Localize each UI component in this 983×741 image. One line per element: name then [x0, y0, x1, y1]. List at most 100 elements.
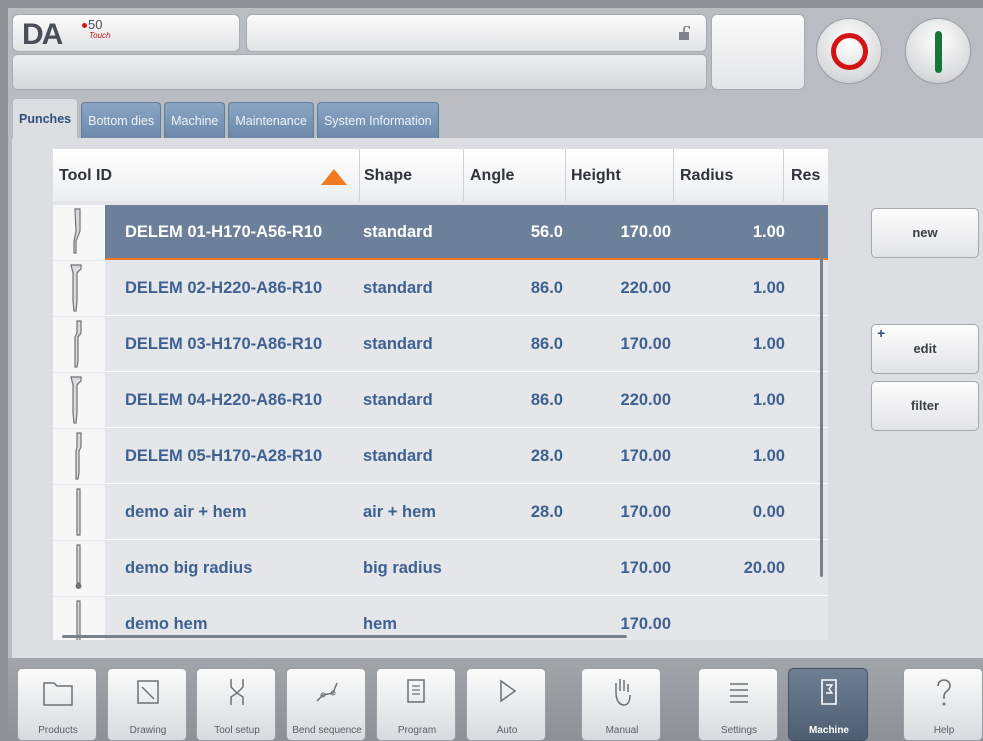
col-header-shape[interactable]: Shape	[364, 167, 412, 185]
nav-help[interactable]: Help	[903, 668, 983, 741]
start-icon	[935, 31, 942, 73]
title-bar	[246, 14, 707, 52]
new-button[interactable]: new	[871, 208, 979, 258]
logo-sub: Touch	[89, 31, 111, 40]
nav-products[interactable]: Products	[17, 668, 97, 741]
folder-icon	[43, 682, 73, 706]
col-header-radius[interactable]: Radius	[680, 167, 733, 185]
col-divider	[673, 149, 674, 201]
tab-bottom-dies[interactable]: Bottom dies	[81, 102, 162, 138]
col-divider	[783, 149, 784, 201]
table-row[interactable]: demo air + hem air + hem 28.0 170.00 0.0…	[53, 485, 828, 540]
status-bar	[12, 54, 707, 90]
nav-label: Auto	[496, 725, 518, 736]
punch-thumbnail	[53, 597, 105, 640]
cell-tool-id: DELEM 02-H220-A86-R10	[125, 279, 323, 297]
col-divider	[463, 149, 464, 201]
logo-number: 50	[88, 17, 103, 32]
table-row[interactable]: DELEM 05-H170-A28-R10 standard 28.0 170.…	[53, 429, 828, 484]
settings-list-icon	[730, 683, 748, 703]
cell-angle: 86.0	[530, 279, 563, 297]
col-divider	[359, 149, 360, 201]
nav-tool-setup[interactable]: Tool setup	[196, 668, 276, 741]
drawing-icon	[137, 680, 159, 704]
table-header: Tool ID Shape Angle Height Radius Res	[53, 149, 828, 201]
plus-icon: +	[877, 325, 886, 341]
nav-label: Bend sequence	[292, 725, 362, 736]
cell-height: 170.00	[620, 223, 671, 241]
cell-tool-id: DELEM 04-H220-A86-R10	[125, 391, 323, 409]
cell-shape: air + hem	[363, 503, 436, 521]
play-icon	[500, 679, 517, 703]
cell-radius: 1.00	[752, 223, 785, 241]
tab-maintenance[interactable]: Maintenance	[228, 102, 314, 138]
cell-angle: 86.0	[530, 391, 563, 409]
table-row[interactable]: DELEM 02-H220-A86-R10 standard 86.0 220.…	[53, 261, 828, 316]
cell-angle: 86.0	[530, 335, 563, 353]
vertical-scrollbar[interactable]	[820, 213, 823, 577]
cell-radius: 1.00	[752, 335, 785, 353]
punch-thumbnail	[53, 373, 105, 428]
cell-tool-id: demo big radius	[125, 559, 253, 577]
tab-system-information[interactable]: System Information	[316, 102, 439, 138]
nav-label: Machine	[808, 725, 849, 736]
nav-drawing[interactable]: Drawing	[107, 668, 187, 741]
cell-radius: 1.00	[752, 279, 785, 297]
tab-machine[interactable]: Machine	[164, 102, 226, 138]
nav-settings[interactable]: Settings	[698, 668, 778, 741]
cell-shape: standard	[363, 391, 433, 409]
tab-punches[interactable]: Punches	[12, 98, 79, 138]
nav-auto[interactable]: Auto	[466, 668, 546, 741]
table-row[interactable]: DELEM 01-H170-A56-R10 standard 56.0 170.…	[53, 205, 828, 260]
cell-radius: 1.00	[752, 391, 785, 409]
cell-tool-id: demo air + hem	[125, 503, 247, 521]
table-row[interactable]: DELEM 03-H170-A86-R10 standard 86.0 170.…	[53, 317, 828, 372]
nav-bend-sequence[interactable]: Bend sequence	[286, 668, 366, 741]
cell-tool-id: DELEM 01-H170-A56-R10	[125, 223, 323, 241]
cell-height: 170.00	[620, 335, 671, 353]
punch-thumbnail	[53, 205, 105, 260]
cell-shape: hem	[363, 615, 397, 633]
cell-angle: 28.0	[530, 503, 563, 521]
cell-shape: standard	[363, 279, 433, 297]
cell-shape: big radius	[363, 559, 442, 577]
col-header-res[interactable]: Res	[791, 167, 820, 185]
col-header-angle[interactable]: Angle	[470, 167, 514, 185]
unlock-icon[interactable]	[678, 26, 690, 40]
table-row[interactable]: demo big radius big radius 170.00 20.00	[53, 541, 828, 596]
punch-thumbnail	[53, 261, 105, 316]
stop-button[interactable]	[816, 18, 882, 84]
table-row[interactable]: demo hem hem 170.00	[53, 597, 828, 640]
cell-height: 170.00	[620, 447, 671, 465]
punch-thumbnail	[53, 429, 105, 484]
nav-program[interactable]: Program	[376, 668, 456, 741]
mode-indicator[interactable]	[711, 14, 805, 90]
filter-button[interactable]: filter	[871, 381, 979, 431]
table-row[interactable]: DELEM 04-H220-A86-R10 standard 86.0 220.…	[53, 373, 828, 428]
nav-machine[interactable]: Machine	[788, 668, 868, 741]
cell-radius: 1.00	[752, 447, 785, 465]
edit-button-label: edit	[913, 341, 937, 356]
bend-sequence-icon	[316, 682, 338, 702]
tab-bar: Punches Bottom dies Machine Maintenance …	[12, 98, 442, 138]
start-button[interactable]	[905, 18, 971, 84]
edit-button[interactable]: + edit	[871, 324, 979, 374]
punch-thumbnail	[53, 485, 105, 540]
punch-table: Tool ID Shape Angle Height Radius Res DE…	[53, 149, 828, 640]
cell-height: 170.00	[620, 559, 671, 577]
col-header-tool-id[interactable]: Tool ID	[59, 167, 112, 185]
horizontal-scrollbar[interactable]	[62, 635, 627, 638]
cell-radius: 20.00	[743, 559, 785, 577]
nav-manual[interactable]: Manual	[581, 668, 661, 741]
help-icon	[937, 679, 951, 706]
cell-tool-id: demo hem	[125, 615, 208, 633]
tool-setup-icon	[230, 679, 244, 705]
cell-angle: 28.0	[530, 447, 563, 465]
cell-tool-id: DELEM 05-H170-A28-R10	[125, 447, 323, 465]
nav-label: Help	[933, 725, 955, 736]
cell-shape: standard	[363, 447, 433, 465]
nav-label: Drawing	[129, 725, 167, 736]
col-header-height[interactable]: Height	[571, 167, 621, 185]
logo-dot	[82, 23, 87, 28]
nav-label: Settings	[720, 725, 758, 736]
